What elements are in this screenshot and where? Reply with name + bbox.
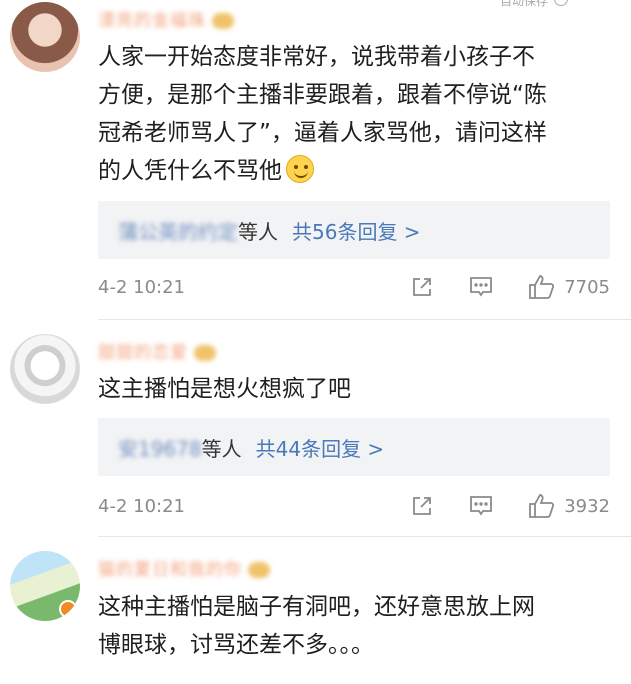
thumbs-up-icon (529, 494, 555, 518)
comment-meta: 4-2 10:21 3932 (98, 492, 610, 520)
vip-badge-icon (248, 562, 270, 578)
vip-badge-icon (212, 13, 234, 29)
timestamp: 4-2 10:21 (98, 276, 185, 298)
share-icon[interactable] (410, 275, 434, 299)
avatar[interactable] (10, 334, 80, 404)
comment-text: 这种主播怕是脑子有洞吧，还好意思放上网 博眼球，讨骂还差不多。。。 (98, 594, 535, 658)
divider (98, 536, 631, 537)
username[interactable]: 甜甜的恋爱 (98, 338, 216, 363)
comment-meta: 4-2 10:21 7705 (98, 273, 610, 301)
like-button[interactable]: 7705 (528, 274, 610, 300)
reply-suffix: 等人 (201, 436, 242, 461)
reply-suffix: 等人 (238, 219, 278, 244)
reply-summary[interactable]: 安19678 等人 共44条回复 > (98, 418, 610, 476)
top-bar: 自动保存 (500, 0, 569, 10)
reply-usernames: 安19678 (118, 436, 202, 461)
thumbs-up-icon (529, 275, 555, 299)
reply-count-link[interactable]: 共44条回复 > (256, 433, 385, 462)
like-count: 3932 (564, 495, 610, 517)
share-icon[interactable] (410, 494, 434, 518)
avatar[interactable] (10, 551, 80, 621)
divider (98, 319, 631, 320)
autosave-label: 自动保存 (500, 0, 549, 8)
username[interactable]: 猫的夏日和我的你 (98, 555, 270, 580)
like-count: 7705 (564, 276, 610, 298)
comment-icon[interactable] (468, 275, 494, 299)
avatar[interactable] (10, 2, 80, 72)
reply-summary[interactable]: 蒲公英的约定 等人 共56条回复 > (98, 201, 610, 259)
reply-usernames: 蒲公英的约定 (118, 219, 238, 244)
username[interactable]: 漂亮的金福珠 (98, 6, 234, 31)
like-button[interactable]: 3932 (528, 493, 610, 519)
close-icon[interactable] (554, 0, 569, 6)
reply-count-link[interactable]: 共56条回复 > (292, 216, 421, 245)
comment-text: 这主播怕是想火想疯了吧 (98, 376, 351, 402)
timestamp: 4-2 10:21 (98, 495, 185, 517)
smiley-icon (286, 155, 314, 183)
comment-icon[interactable] (468, 494, 494, 518)
verified-badge-icon (59, 600, 77, 618)
comment-text: 人家一开始态度非常好，说我带着小孩子不 方便，是那个主播非要跟着，跟着不停说“陈… (98, 44, 547, 184)
vip-badge-icon (194, 345, 216, 361)
